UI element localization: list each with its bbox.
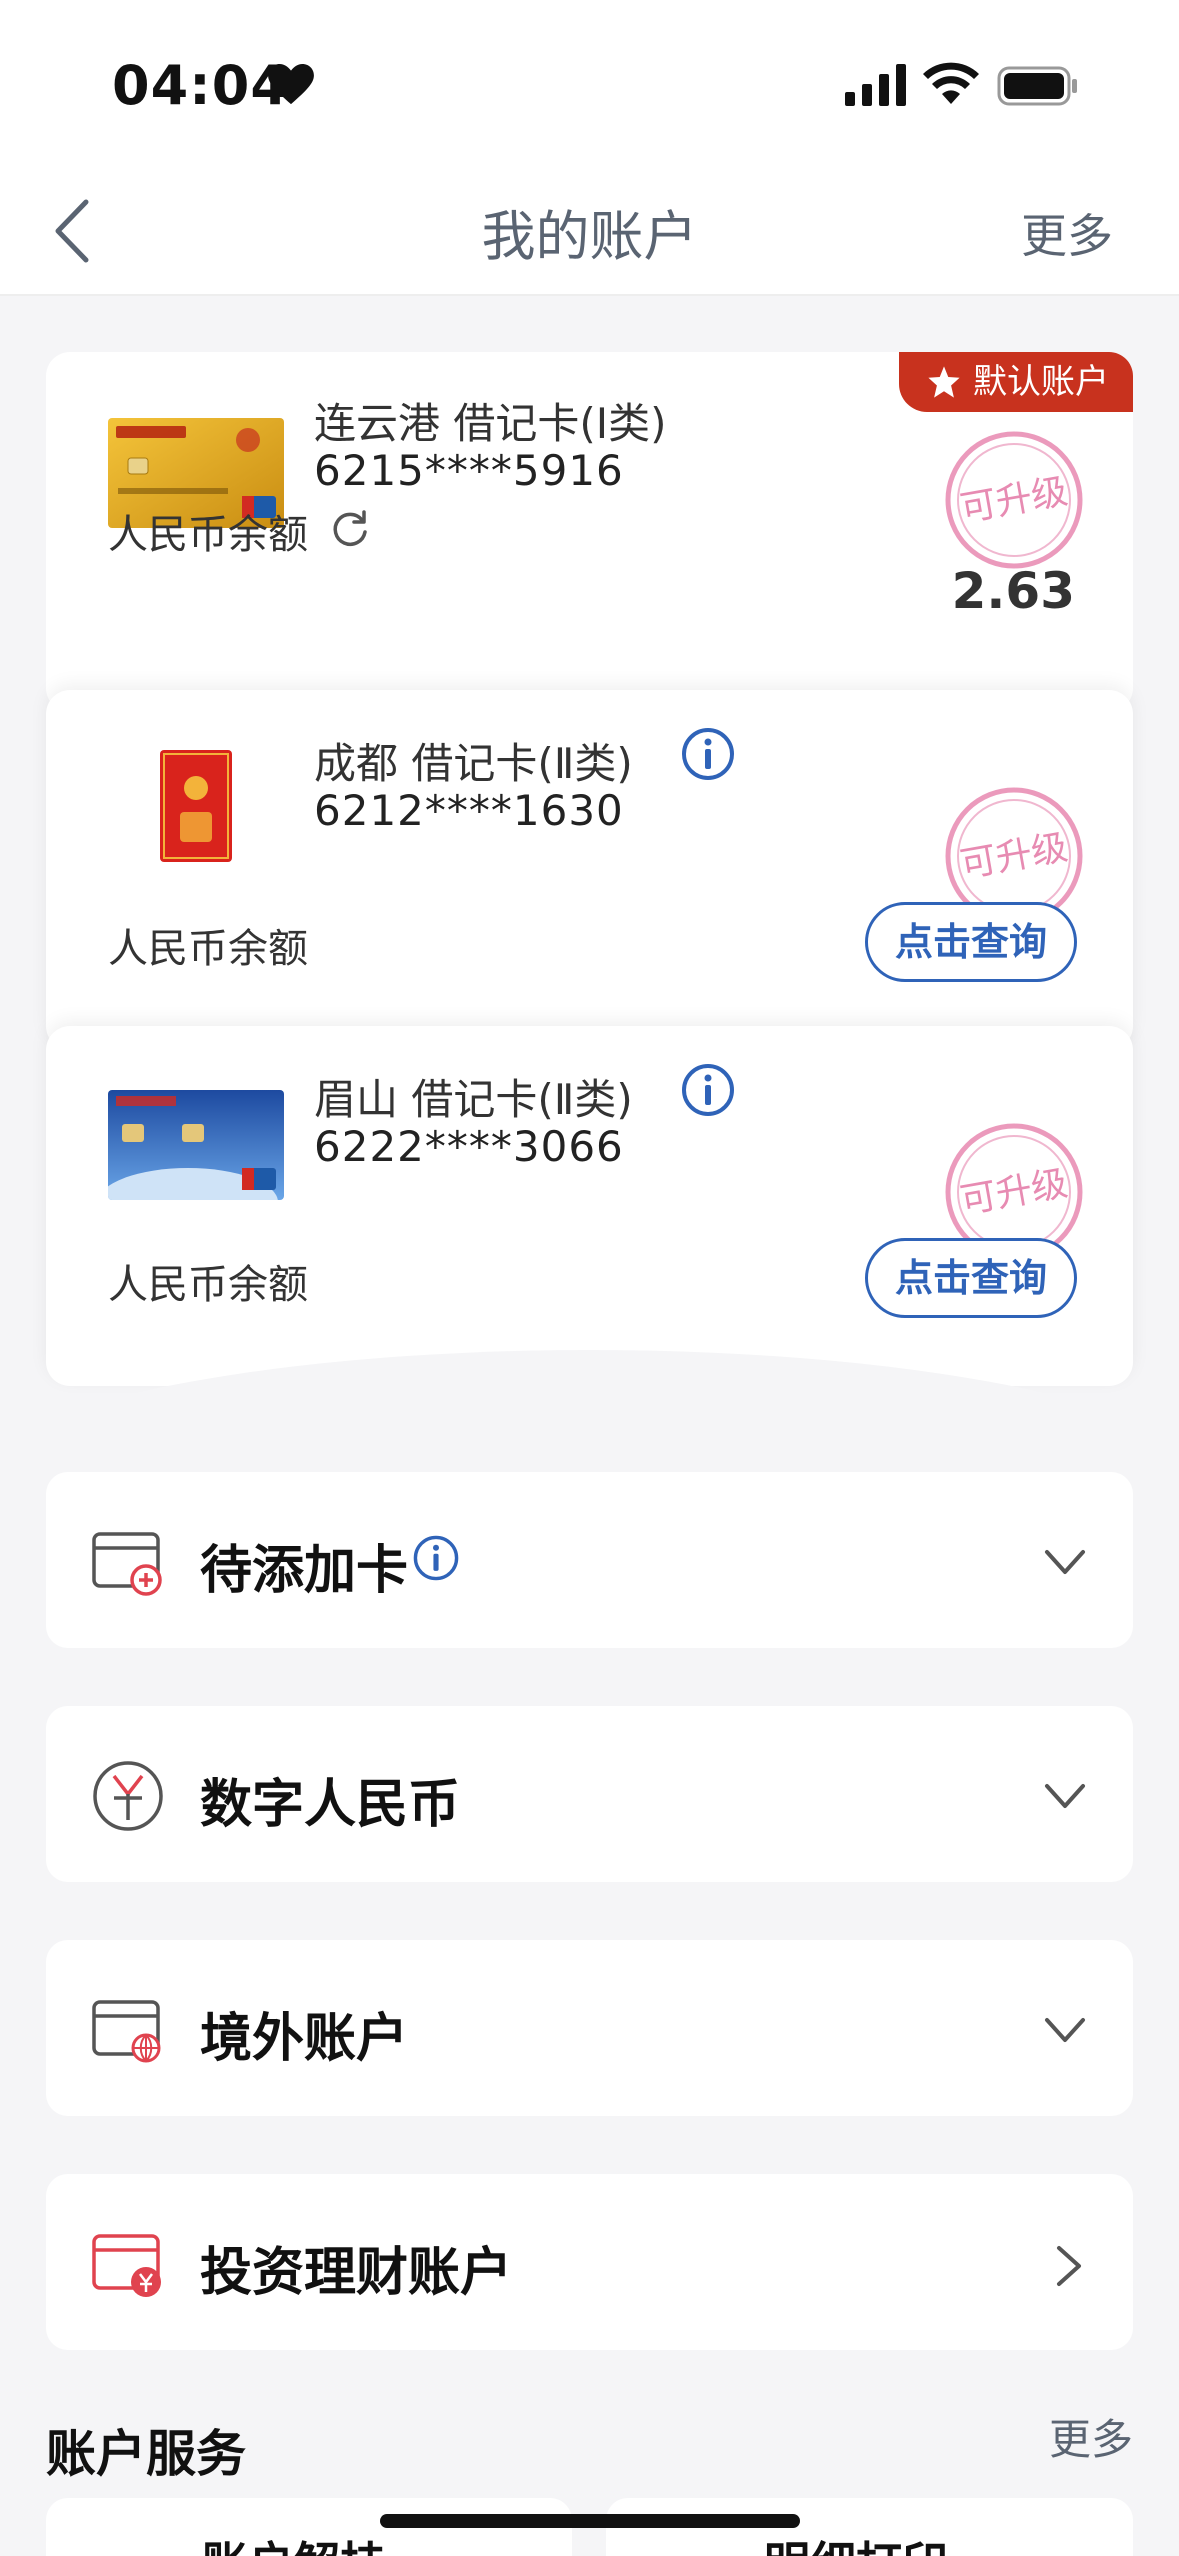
red-card-image <box>160 750 232 862</box>
account-name: 成都 借记卡(Ⅱ类) <box>314 739 633 788</box>
chevron-down-icon <box>1045 1784 1085 1808</box>
battery-icon <box>997 66 1077 106</box>
account-name: 眉山 借记卡(Ⅱ类) <box>314 1075 633 1124</box>
service-label: 明细打印 <box>764 2528 948 2556</box>
account-number: 6222****3066 <box>314 1122 624 1171</box>
query-balance-button[interactable]: 点击查询 <box>865 902 1077 982</box>
account-card[interactable]: 眉山 借记卡(Ⅱ类) 6222****3066 人民币余额 可升级 点击查询 <box>46 1026 1133 1386</box>
balance-label: 人民币余额 <box>108 1262 308 1308</box>
section-title: 待添加卡 <box>200 1541 409 1601</box>
signal-icon <box>845 64 906 106</box>
home-indicator[interactable] <box>380 2514 800 2528</box>
chevron-down-icon <box>1045 2018 1085 2042</box>
default-account-label: 默认账户 <box>973 362 1109 402</box>
section-pending-cards[interactable]: 待添加卡 <box>46 1472 1133 1648</box>
blue-card-image <box>108 1090 284 1200</box>
info-icon[interactable] <box>680 1062 736 1118</box>
nav-more-button[interactable]: 更多 <box>1021 200 1113 266</box>
star-icon <box>928 366 960 398</box>
heart-icon <box>268 64 314 105</box>
account-card[interactable]: 默认账户 连云港 借记卡(Ⅰ类) 6215****5916 人民币余额 可升级 … <box>46 352 1133 712</box>
section-title: 投资理财账户 <box>200 2243 513 2303</box>
nav-bar: 我的账户 更多 <box>0 170 1179 296</box>
card-globe-icon <box>92 2000 161 2063</box>
status-bar: 04:04 <box>0 0 1179 170</box>
section-title: 数字人民币 <box>200 1775 461 1835</box>
section-overseas-account[interactable]: 境外账户 <box>46 1940 1133 2116</box>
refresh-icon[interactable] <box>330 508 370 548</box>
upgrade-stamp-text: 可升级 <box>957 1163 1070 1222</box>
query-balance-button[interactable]: 点击查询 <box>865 1238 1077 1318</box>
card-add-icon <box>92 1532 162 1596</box>
upgrade-stamp: 可升级 <box>945 431 1083 569</box>
balance-label: 人民币余额 <box>108 926 308 972</box>
account-card[interactable]: 成都 借记卡(Ⅱ类) 6212****1630 人民币余额 可升级 点击查询 <box>46 690 1133 1050</box>
account-number: 6212****1630 <box>314 786 624 835</box>
account-number: 6215****5916 <box>314 446 624 495</box>
chevron-right-icon <box>1057 2246 1081 2286</box>
balance-label: 人民币余额 <box>108 512 308 558</box>
upgrade-stamp-text: 可升级 <box>957 471 1070 530</box>
account-balance: 2.63 <box>951 562 1075 620</box>
upgrade-stamp-text: 可升级 <box>957 827 1070 886</box>
status-time: 04:04 <box>112 54 289 117</box>
section-digital-rmb[interactable]: 数字人民币 <box>46 1706 1133 1882</box>
account-name: 连云港 借记卡(Ⅰ类) <box>314 399 667 448</box>
section-investment-account[interactable]: 投资理财账户 <box>46 2174 1133 2350</box>
card-yen-icon <box>92 2234 161 2297</box>
chevron-down-icon <box>1045 1550 1085 1574</box>
digital-rmb-icon <box>93 1761 163 1831</box>
info-icon[interactable] <box>680 726 736 782</box>
default-account-badge: 默认账户 <box>899 352 1133 412</box>
service-label: 账户解挂 <box>202 2528 386 2556</box>
services-more-link[interactable]: 更多 <box>1049 2406 1133 2467</box>
info-icon[interactable] <box>412 1534 460 1582</box>
section-title: 境外账户 <box>200 2009 409 2069</box>
account-services-title: 账户服务 <box>46 2425 246 2483</box>
page-title: 我的账户 <box>481 205 698 268</box>
wifi-icon <box>923 62 979 104</box>
